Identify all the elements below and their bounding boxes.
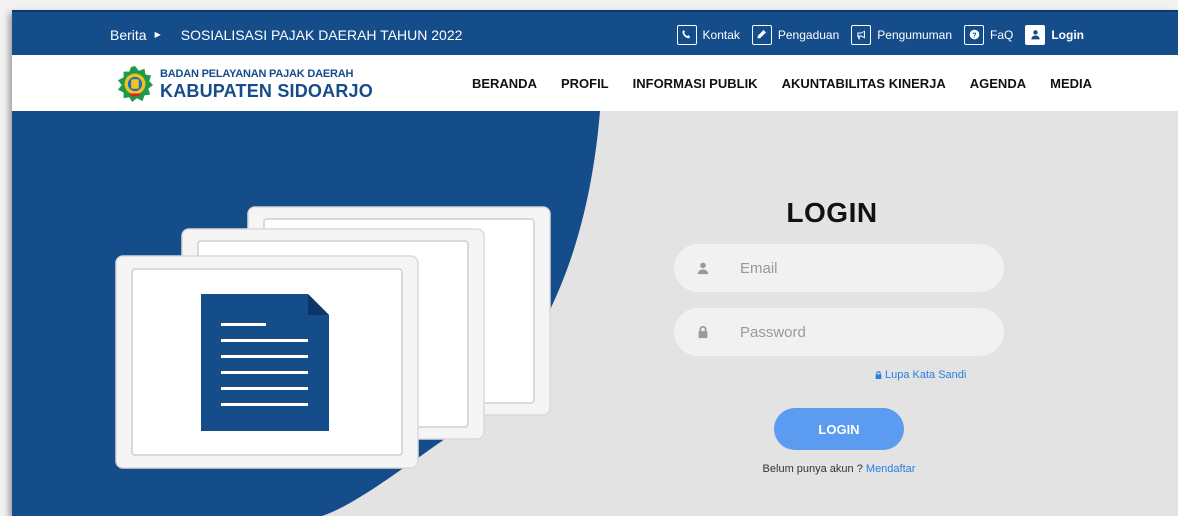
file-document-icon [201,294,329,431]
register-prompt-text: Belum punya akun ? [762,463,863,475]
top-link-pengumuman-label: Pengumuman [877,27,952,42]
top-link-faq-label: FaQ [990,27,1014,42]
nav-item-agenda[interactable]: AGENDA [970,76,1026,91]
site-logo[interactable]: BADAN PELAYANAN PAJAK DAERAH KABUPATEN S… [116,65,373,103]
lock-icon [875,371,882,379]
top-link-kontak-label: Kontak [702,27,740,42]
nav-item-akuntabilitas-kinerja[interactable]: AKUNTABILITAS KINERJA [782,76,946,91]
forgot-password-link[interactable]: Lupa Kata Sandi [874,369,966,381]
phone-icon [676,24,697,45]
nav-menu: BERANDA PROFIL INFORMASI PUBLIK AKUNTABI… [448,55,1092,111]
nav-item-informasi-publik[interactable]: INFORMASI PUBLIK [633,76,758,91]
caret-right-icon: ▶ [154,30,161,39]
brand-agency: BADAN PELAYANAN PAJAK DAERAH [160,67,354,80]
forgot-password-label: Lupa Kata Sandi [885,369,967,381]
login-hero: LOGIN Lupa Kata Sandi LOGIN Belum punya … [12,111,1178,516]
question-icon: ? [964,24,984,45]
login-button[interactable]: LOGIN [774,408,904,450]
nav-item-beranda[interactable]: BERANDA [472,76,537,91]
top-link-pengaduan[interactable]: Pengaduan [751,24,840,45]
top-link-login-label: Login [1051,27,1084,42]
brand-text: BADAN PELAYANAN PAJAK DAERAH KABUPATEN S… [160,67,373,101]
password-input[interactable] [740,323,980,341]
news-ticker[interactable]: Berita ▶ SOSIALISASI PAJAK DAERAH TAHUN … [110,12,462,57]
register-prompt: Belum punya akun ? Mendaftar [712,463,966,475]
email-input[interactable] [740,259,980,277]
password-field-wrapper [674,308,1004,356]
ticker-label: Berita [110,26,147,43]
top-links: Kontak Pengaduan Pengumuman ? FaQ Login [665,12,1084,57]
documents-illustration [115,206,551,469]
email-field-wrapper [674,244,1004,292]
main-navbar: BADAN PELAYANAN PAJAK DAERAH KABUPATEN S… [12,55,1178,111]
emblem-logo [117,65,154,103]
brand-region: KABUPATEN SIDOARJO [160,80,373,101]
nav-item-media[interactable]: MEDIA [1050,76,1092,91]
top-link-pengumuman[interactable]: Pengumuman [851,24,952,45]
top-link-login[interactable]: Login [1025,24,1084,45]
user-icon [1025,24,1046,45]
pencil-icon [751,24,772,45]
top-bar: Berita ▶ SOSIALISASI PAJAK DAERAH TAHUN … [12,10,1178,55]
register-link[interactable]: Mendaftar [866,463,916,475]
user-icon [697,262,709,275]
browser-frame: Berita ▶ SOSIALISASI PAJAK DAERAH TAHUN … [12,10,1178,516]
nav-item-profil[interactable]: PROFIL [561,76,609,91]
top-link-faq[interactable]: ? FaQ [964,24,1014,45]
ticker-headline[interactable]: SOSIALISASI PAJAK DAERAH TAHUN 2022 [181,27,463,43]
top-link-pengaduan-label: Pengaduan [777,27,840,42]
lock-icon [698,325,708,339]
login-title: LOGIN [786,197,878,228]
megaphone-icon [851,24,872,45]
svg-text:?: ? [972,32,976,39]
top-link-kontak[interactable]: Kontak [676,24,740,45]
